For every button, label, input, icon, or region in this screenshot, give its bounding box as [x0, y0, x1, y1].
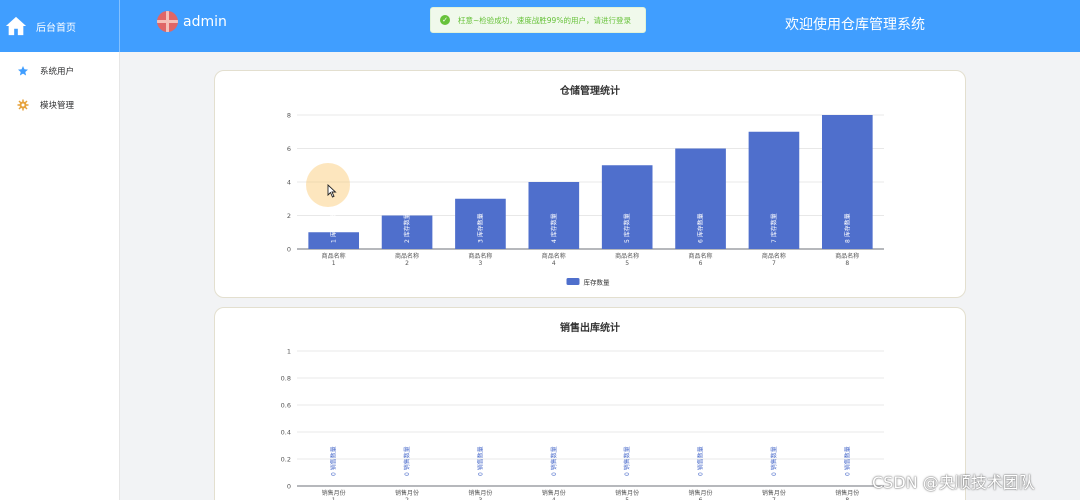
y-tick-label: 0.6 — [281, 402, 291, 410]
bar-data-label: 8 库存数量 — [843, 213, 851, 243]
x-tick-label: 销售月份 — [542, 489, 566, 497]
x-tick-label: 5 — [625, 260, 629, 267]
bar-data-label: 3 库存数量 — [476, 213, 484, 243]
legend-label: 库存数量 — [584, 278, 611, 287]
bar-data-label: 4 库存数量 — [550, 213, 558, 243]
y-tick-label: 6 — [287, 145, 291, 153]
y-tick-label: 8 — [287, 112, 291, 120]
x-tick-label: 商品名称 — [542, 252, 566, 260]
x-tick-label: 销售月份 — [322, 489, 346, 497]
bar-data-label: 0 销售数量 — [843, 446, 851, 476]
watermark: CSDN @央顺技术团队 — [872, 473, 1035, 492]
bar-data-label: 6 库存数量 — [697, 213, 705, 243]
x-tick-label: 2 — [405, 260, 409, 267]
x-tick-label: 4 — [552, 260, 556, 267]
x-tick-label: 销售月份 — [395, 489, 419, 497]
welcome-title: 欢迎使用仓库管理系统 — [785, 17, 925, 33]
bar-data-label: 0 销售数量 — [623, 446, 631, 476]
x-tick-label: 6 — [699, 260, 703, 267]
y-tick-label: 0.8 — [281, 375, 291, 383]
top-bar: 后台首页 admin ✓ 枉意~检验成功，速度战胜99%的用户，请进行登录 欢迎… — [0, 0, 1080, 52]
user-menu[interactable]: admin — [157, 11, 227, 32]
bar-data-label: 5 库存数量 — [623, 213, 631, 243]
sidebar-item-module-management[interactable]: 模块管理 — [0, 88, 119, 122]
toast-message: 枉意~检验成功，速度战胜99%的用户，请进行登录 — [458, 15, 631, 25]
user-name: admin — [183, 13, 227, 30]
x-tick-label: 商品名称 — [468, 252, 492, 260]
x-tick-label: 商品名称 — [835, 252, 859, 260]
x-tick-label: 8 — [845, 260, 849, 267]
home-link[interactable]: 后台首页 — [0, 0, 120, 52]
chart-legend[interactable]: 库存数量 — [566, 278, 611, 287]
y-tick-label: 0 — [287, 246, 291, 254]
x-tick-label: 商品名称 — [395, 252, 419, 260]
x-tick-label: 销售月份 — [762, 489, 786, 497]
y-tick-label: 0.2 — [281, 456, 291, 464]
bar-data-label: 7 库存数量 — [770, 213, 778, 243]
y-tick-label: 0 — [287, 483, 291, 491]
x-tick-label: 商品名称 — [615, 252, 639, 260]
sidebar: 系统用户 模块管理 — [0, 52, 120, 500]
y-tick-label: 2 — [287, 212, 291, 220]
bar-data-label: 0 销售数量 — [403, 446, 411, 476]
x-tick-label: 销售月份 — [689, 489, 713, 497]
x-tick-label: 1 — [332, 260, 336, 267]
y-tick-label: 4 — [287, 179, 291, 187]
x-tick-label: 销售月份 — [835, 489, 859, 497]
x-tick-label: 3 — [479, 260, 483, 267]
success-toast: ✓ 枉意~检验成功，速度战胜99%的用户，请进行登录 — [430, 7, 646, 33]
sidebar-item-label: 系统用户 — [40, 67, 75, 77]
bar-data-label: 0 销售数量 — [770, 446, 778, 476]
x-tick-label: 7 — [772, 260, 776, 267]
bar-data-label: 0 销售数量 — [697, 446, 705, 476]
sales-chart-panel: 销售出库统计 00.20.40.60.810 销售数量销售月份10 销售数量销售… — [214, 307, 966, 500]
x-tick-label: 销售月份 — [468, 489, 492, 497]
sidebar-item-label: 模块管理 — [40, 101, 75, 111]
bar-data-label: 0 销售数量 — [330, 446, 338, 476]
bar-data-label: 0 销售数量 — [550, 446, 558, 476]
sales-bar-chart: 00.20.40.60.810 销售数量销售月份10 销售数量销售月份20 销售… — [281, 348, 884, 500]
y-tick-label: 0.4 — [281, 429, 291, 437]
bar-data-label: 1 库存数量 — [330, 213, 338, 243]
sidebar-item-system-users[interactable]: 系统用户 — [0, 54, 119, 88]
legend-swatch — [566, 278, 580, 285]
home-link-label: 后台首页 — [36, 22, 76, 34]
x-tick-label: 商品名称 — [762, 252, 786, 260]
gear-icon — [17, 99, 29, 111]
check-icon: ✓ — [440, 15, 450, 25]
y-tick-label: 1 — [287, 348, 291, 356]
mouse-pointer-icon — [327, 184, 337, 198]
home-icon — [5, 16, 27, 36]
bar-data-label: 2 库存数量 — [403, 213, 411, 243]
bar-data-label: 0 销售数量 — [476, 446, 484, 476]
x-tick-label: 销售月份 — [615, 489, 639, 497]
avatar[interactable] — [157, 11, 178, 32]
x-tick-label: 商品名称 — [689, 252, 713, 260]
star-icon — [18, 66, 28, 76]
x-tick-label: 商品名称 — [322, 252, 346, 260]
